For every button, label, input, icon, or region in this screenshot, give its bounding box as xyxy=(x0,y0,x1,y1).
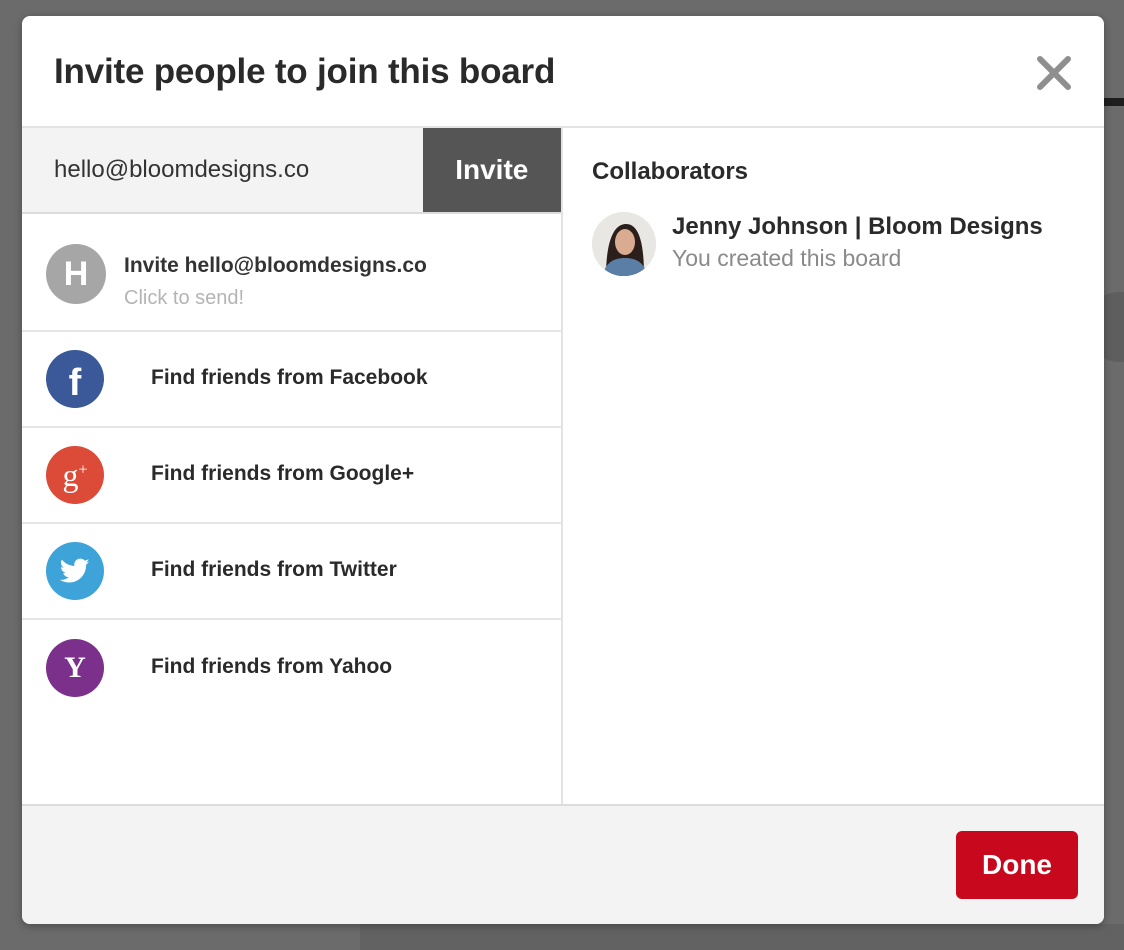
email-input[interactable] xyxy=(22,128,423,212)
modal-header: Invite people to join this board xyxy=(22,16,1104,128)
modal-title: Invite people to join this board xyxy=(54,52,556,91)
find-friends-google-plus[interactable]: g+ Find friends from Google+ xyxy=(22,428,561,524)
background-strip xyxy=(360,924,1124,950)
collaborators-panel: Collaborators Jenny Johnson | Bloom Desi… xyxy=(563,128,1104,804)
find-friends-twitter[interactable]: Find friends from Twitter xyxy=(22,524,561,620)
yahoo-icon: Y xyxy=(46,639,104,697)
invite-suggestion-text: Invite hello@bloomdesigns.co Click to se… xyxy=(124,254,427,310)
find-friends-label: Find friends from Facebook xyxy=(151,366,428,389)
invite-email-suggestion[interactable]: H Invite hello@bloomdesigns.co Click to … xyxy=(22,214,561,332)
facebook-icon: f xyxy=(46,350,104,408)
invite-suggestion-hint: Click to send! xyxy=(124,287,245,309)
twitter-icon xyxy=(46,542,104,600)
invite-button[interactable]: Invite xyxy=(422,128,561,212)
invite-suggestion-title: Invite hello@bloomdesigns.co xyxy=(124,254,427,277)
collaborators-heading: Collaborators xyxy=(592,158,749,185)
close-icon xyxy=(1037,56,1071,90)
find-friends-facebook[interactable]: f Find friends from Facebook xyxy=(22,332,561,428)
done-button[interactable]: Done xyxy=(956,831,1078,899)
background-divider xyxy=(1104,98,1124,106)
modal-footer: Done xyxy=(22,804,1104,924)
collaborator-avatar xyxy=(592,212,656,276)
collaborator-item: Jenny Johnson | Bloom Designs You create… xyxy=(592,212,1092,282)
collaborator-role: You created this board xyxy=(672,245,902,271)
find-friends-label: Find friends from Yahoo xyxy=(151,655,393,678)
find-friends-label: Find friends from Twitter xyxy=(151,558,397,581)
close-button[interactable] xyxy=(1034,53,1074,93)
letter-avatar: H xyxy=(46,244,106,304)
find-friends-label: Find friends from Google+ xyxy=(151,462,415,485)
invite-panel: Invite H Invite hello@bloomdesigns.co Cl… xyxy=(22,128,563,804)
modal-body: Invite H Invite hello@bloomdesigns.co Cl… xyxy=(22,128,1104,804)
google-plus-icon: g+ xyxy=(46,446,104,504)
invite-modal: Invite people to join this board Invite … xyxy=(22,16,1104,924)
collaborator-name: Jenny Johnson | Bloom Designs xyxy=(672,213,1043,240)
find-friends-yahoo[interactable]: Y Find friends from Yahoo xyxy=(22,620,561,716)
invite-bar: Invite xyxy=(22,128,561,214)
